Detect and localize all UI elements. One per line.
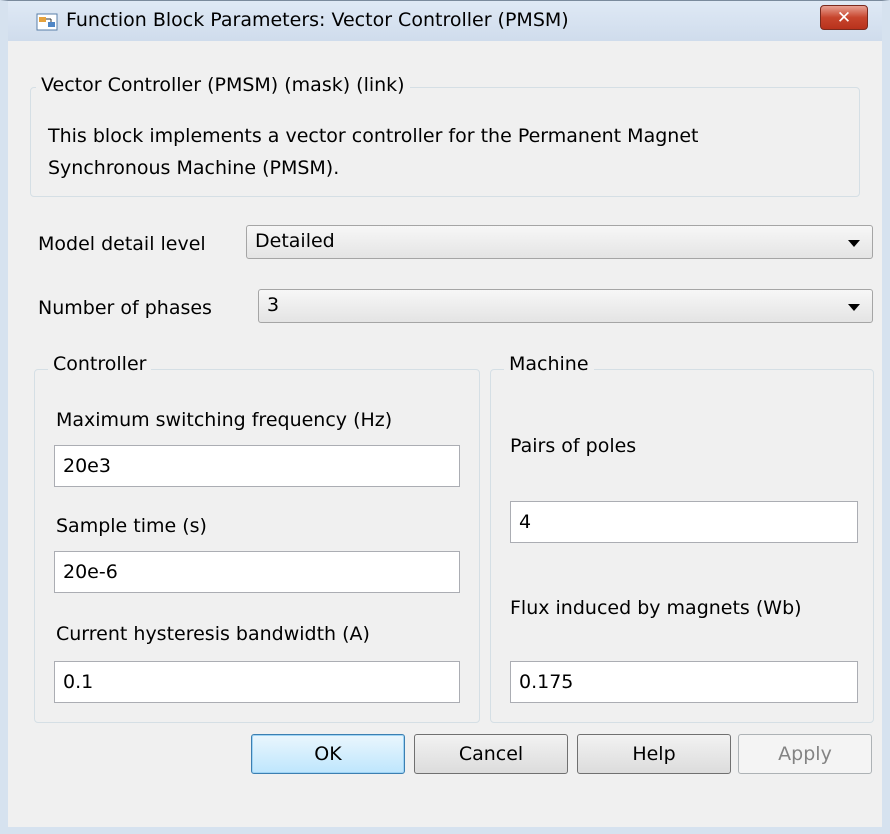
controller-legend: Controller <box>48 353 152 375</box>
pole-pairs-label: Pairs of poles <box>510 435 637 457</box>
close-icon: ✕ <box>836 7 852 28</box>
dialog-body: Vector Controller (PMSM) (mask) (link) T… <box>8 41 882 827</box>
max-frequency-label: Maximum switching frequency (Hz) <box>56 409 393 431</box>
max-frequency-field[interactable]: 20e3 <box>54 445 460 487</box>
pole-pairs-field[interactable]: 4 <box>510 501 858 543</box>
description-line-2: Synchronous Machine (PMSM). <box>48 157 340 179</box>
simulink-block-icon <box>36 11 58 33</box>
model-detail-value: Detailed <box>255 230 335 252</box>
sample-time-field[interactable]: 20e-6 <box>54 551 460 593</box>
phases-label: Number of phases <box>38 297 212 319</box>
ok-button[interactable]: OK <box>251 734 405 774</box>
cancel-button[interactable]: Cancel <box>414 734 568 774</box>
dialog-window: Function Block Parameters: Vector Contro… <box>0 0 890 834</box>
model-detail-dropdown[interactable]: Detailed <box>246 225 873 259</box>
chevron-down-icon <box>848 240 860 247</box>
close-button[interactable]: ✕ <box>820 5 868 30</box>
title-bar[interactable]: Function Block Parameters: Vector Contro… <box>8 1 882 41</box>
model-detail-label: Model detail level <box>38 233 206 255</box>
mask-legend: Vector Controller (PMSM) (mask) (link) <box>36 74 410 96</box>
description-line-1: This block implements a vector controlle… <box>48 125 699 147</box>
help-button[interactable]: Help <box>577 734 731 774</box>
apply-button: Apply <box>738 734 872 774</box>
chevron-down-icon <box>848 304 860 311</box>
hysteresis-label: Current hysteresis bandwidth (A) <box>56 623 370 645</box>
phases-value: 3 <box>267 294 280 316</box>
flux-field[interactable]: 0.175 <box>510 661 858 703</box>
flux-label: Flux induced by magnets (Wb) <box>510 597 802 619</box>
hysteresis-field[interactable]: 0.1 <box>54 661 460 703</box>
window-title: Function Block Parameters: Vector Contro… <box>66 9 569 31</box>
phases-dropdown[interactable]: 3 <box>258 289 873 323</box>
sample-time-label: Sample time (s) <box>56 515 207 537</box>
machine-legend: Machine <box>504 353 594 375</box>
